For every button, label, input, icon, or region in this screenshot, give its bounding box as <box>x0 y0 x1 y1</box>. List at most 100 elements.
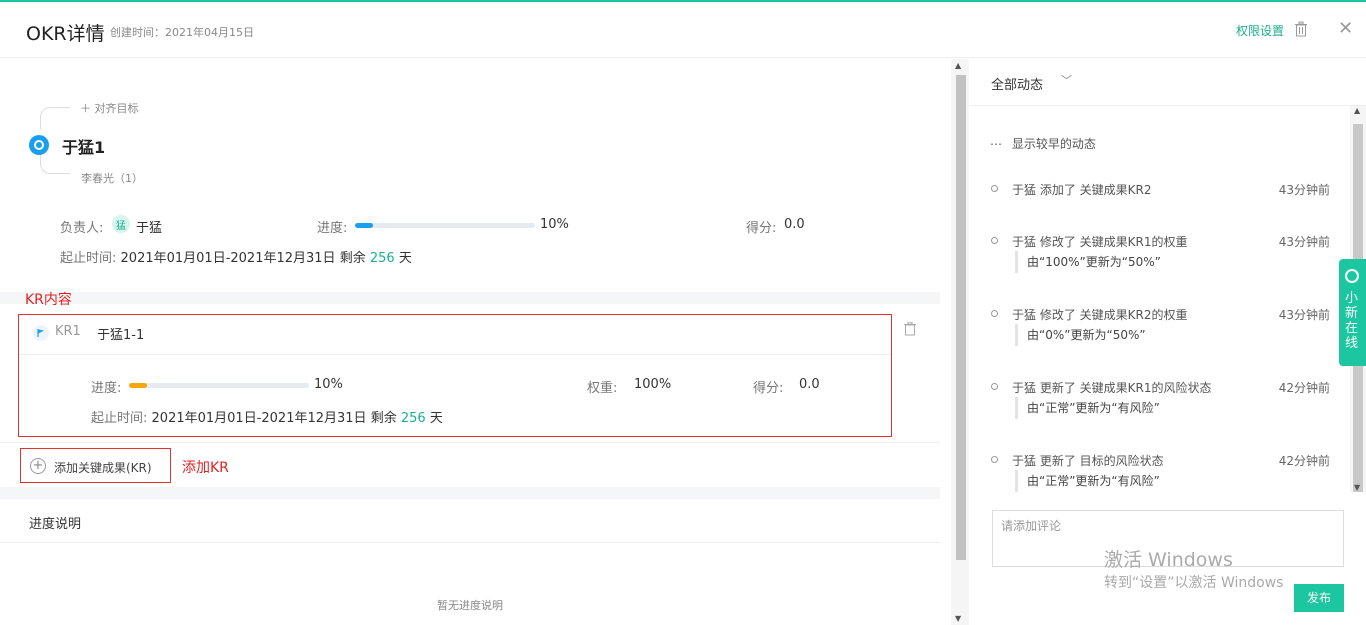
activity-text: 于猛 更新了 关键成果KR1的风险状态 <box>1012 381 1212 395</box>
timeline-dot <box>991 456 998 463</box>
activity-text: 于猛 更新了 目标的风险状态 <box>1012 454 1164 468</box>
kr-score-label: 得分: <box>753 381 784 396</box>
scroll-up-icon[interactable]: ▲ <box>955 61 961 70</box>
progress-value: 10% <box>540 217 569 232</box>
flag-icon <box>33 325 49 341</box>
scrollbar-thumb[interactable] <box>956 75 966 560</box>
publish-button[interactable]: 发布 <box>1294 584 1344 612</box>
progress-description-title: 进度说明 <box>29 517 82 532</box>
timeline-dot <box>991 185 998 192</box>
key-result-name[interactable]: 于猛1-1 <box>97 324 144 343</box>
period-value: 2021年01月01日-2021年12月31日 <box>120 251 336 266</box>
delete-icon[interactable] <box>1294 21 1308 37</box>
kr-weight-value[interactable]: 100% <box>634 377 671 392</box>
activity-text: 于猛 修改了 关键成果KR2的权重 <box>1012 308 1188 322</box>
page-title: OKR详情 <box>26 23 105 45</box>
scroll-down-icon[interactable]: ▼ <box>955 614 961 623</box>
kr-progress-label: 进度: <box>91 381 122 396</box>
activity-text: 于猛 添加了 关键成果KR2 <box>1012 183 1152 197</box>
empty-progress-description: 暂无进度说明 <box>437 599 503 612</box>
more-icon: ⋯ <box>990 137 1002 151</box>
owner-label: 负责人: <box>60 221 104 236</box>
key-result-card: KR1 于猛1-1 进度: 10% 权重: 100% 得分: 0.0 起止时间:… <box>18 314 892 437</box>
progress-fill <box>355 223 373 228</box>
okr-main-panel: ＋ 对齐目标 于猛1 李春光（1） 负责人: 猛 于猛 进度: 10% 得分: … <box>0 59 940 625</box>
key-result-metrics: 进度: 10% 权重: 100% 得分: 0.0 <box>91 377 881 396</box>
activity-time: 42分钟前 <box>1278 454 1330 468</box>
avatar: 猛 <box>112 215 130 233</box>
activity-detail: 由“正常”更新为“有风险” <box>1015 397 1160 419</box>
timeline-dot <box>991 383 998 390</box>
tree-connector <box>40 107 70 129</box>
activity-detail: 由“正常”更新为“有风险” <box>1015 470 1160 492</box>
key-result-header: KR1 于猛1-1 <box>19 315 891 355</box>
target-icon <box>29 135 49 155</box>
align-objective-label: 对齐目标 <box>94 102 139 115</box>
add-key-result-label: 添加关键成果(KR) <box>54 461 152 475</box>
kr-remain-days: 256 <box>400 411 426 426</box>
objective-progress-bar <box>355 223 535 228</box>
main-scrollbar[interactable]: ▲ ▼ <box>951 59 969 625</box>
created-time: 创建时间：2021年04月15日 <box>110 26 254 39</box>
online-support-label: 小新在线 <box>1345 291 1359 351</box>
permission-settings-link[interactable]: 权限设置 <box>1236 22 1284 39</box>
activity-time: 43分钟前 <box>1278 235 1330 249</box>
key-result-code: KR1 <box>55 324 81 339</box>
section-divider <box>0 292 940 304</box>
delete-kr-icon[interactable] <box>904 322 916 336</box>
page-header: OKR详情 创建时间：2021年04月15日 权限设置 ✕ <box>0 2 1366 58</box>
objective-name: 于猛1 <box>62 138 106 157</box>
kr-remain-suffix: 天 <box>429 411 443 426</box>
plus-icon: ＋ <box>80 102 91 115</box>
kr-period-label: 起止时间: <box>91 411 148 426</box>
objective-period: 起止时间: 2021年01月01日-2021年12月31日 剩余 256 天 <box>60 247 412 266</box>
align-objective-link[interactable]: ＋ 对齐目标 <box>80 100 139 116</box>
score-label: 得分: <box>746 221 777 236</box>
score-value: 0.0 <box>784 217 805 232</box>
activity-feed: ⋯ 显示较早的动态 于猛 添加了 关键成果KR2 43分钟前 于猛 修改了 关键… <box>970 106 1350 492</box>
activity-time: 43分钟前 <box>1278 183 1330 197</box>
timeline-dot <box>991 310 998 317</box>
owner-name: 于猛 <box>136 221 163 236</box>
activity-panel: 全部动态 ﹀ ⋯ 显示较早的动态 于猛 添加了 关键成果KR2 43分钟前 于猛… <box>970 59 1366 625</box>
remain-suffix: 天 <box>398 251 412 266</box>
online-support-widget[interactable]: 小新在线 <box>1339 259 1366 366</box>
period-label: 起止时间: <box>60 251 117 266</box>
remain-prefix: 剩余 <box>339 251 366 266</box>
kr-remain-prefix: 剩余 <box>370 411 397 426</box>
remain-days: 256 <box>369 251 395 266</box>
section-divider <box>0 487 940 499</box>
windows-activation-watermark: 激活 Windows <box>1104 549 1233 571</box>
show-earlier-link[interactable]: ⋯ 显示较早的动态 <box>990 135 1096 152</box>
show-earlier-label: 显示较早的动态 <box>1011 137 1096 151</box>
scroll-down-icon[interactable]: ▼ <box>1354 483 1360 492</box>
objective-meta: 负责人: 猛 于猛 进度: 10% 得分: 0.0 <box>60 215 920 237</box>
kr-weight-label: 权重: <box>587 381 618 396</box>
add-key-result-button[interactable]: + 添加关键成果(KR) <box>20 448 171 483</box>
kr-score-value[interactable]: 0.0 <box>799 377 820 392</box>
progress-fill <box>129 383 147 388</box>
activity-time: 42分钟前 <box>1278 381 1330 395</box>
activity-time: 43分钟前 <box>1278 308 1330 322</box>
activity-filter-dropdown[interactable]: 全部动态 <box>991 74 1043 93</box>
add-kr-annotation: 添加KR <box>182 460 229 476</box>
timeline-dot <box>991 237 998 244</box>
kr-content-annotation: KR内容 <box>25 292 72 308</box>
activity-detail: 由“100%”更新为“50%” <box>1015 251 1161 273</box>
divider <box>0 542 940 543</box>
plus-circle-icon: + <box>30 458 46 474</box>
activity-text: 于猛 修改了 关键成果KR1的权重 <box>1012 235 1188 249</box>
divider <box>0 442 940 443</box>
kr-period-value: 2021年01月01日-2021年12月31日 <box>151 411 367 426</box>
scroll-up-icon[interactable]: ▲ <box>1354 106 1360 115</box>
headset-icon <box>1345 269 1359 283</box>
chevron-down-icon[interactable]: ﹀ <box>1061 72 1072 88</box>
sub-objective-user[interactable]: 李春光（1） <box>81 170 143 186</box>
kr-progress-bar[interactable] <box>129 383 309 388</box>
activity-detail: 由“0%”更新为“50%” <box>1015 324 1146 346</box>
close-icon[interactable]: ✕ <box>1338 18 1353 39</box>
key-result-period: 起止时间: 2021年01月01日-2021年12月31日 剩余 256 天 <box>91 407 443 426</box>
progress-label: 进度: <box>317 221 348 236</box>
kr-progress-value: 10% <box>314 377 343 392</box>
windows-activation-hint: 转到“设置”以激活 Windows <box>1104 575 1284 591</box>
